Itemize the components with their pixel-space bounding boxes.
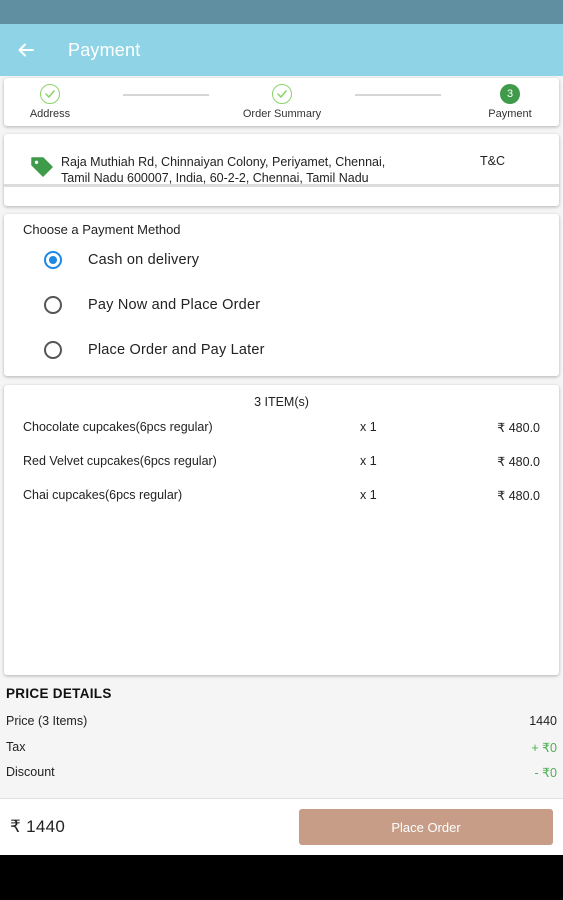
payment-option-pay-now[interactable]: Pay Now and Place Order: [44, 290, 524, 320]
price-value: 1440: [529, 714, 557, 728]
payment-method-title: Choose a Payment Method: [23, 222, 181, 237]
order-items-card: 3 ITEM(s) Chocolate cupcakes(6pcs regula…: [4, 385, 559, 675]
status-bar: [0, 0, 563, 24]
discount-row: Discount - ₹0: [6, 765, 557, 780]
item-name: Red Velvet cupcakes(6pcs regular): [23, 454, 217, 468]
payment-option-label: Place Order and Pay Later: [88, 342, 265, 358]
payment-option-label: Cash on delivery: [88, 252, 200, 268]
total-amount: ₹ 1440: [10, 817, 66, 836]
item-price: ₹ 480.0: [497, 455, 540, 469]
step-number-badge: 3: [500, 84, 520, 104]
step-label: Address: [29, 108, 71, 120]
divider: [4, 184, 559, 187]
step-connector: [123, 94, 209, 96]
terms-link[interactable]: T&C: [480, 154, 505, 168]
tax-row: Tax + ₹0: [6, 740, 557, 755]
list-item: Red Velvet cupcakes(6pcs regular) x 1 ₹ …: [4, 454, 559, 472]
radio-button[interactable]: [44, 341, 62, 359]
screen-content: Address Order Summary 3 Payment Raja Mut…: [0, 76, 563, 855]
payment-method-card: Choose a Payment Method Cash on delivery…: [4, 214, 559, 376]
payment-option-cod[interactable]: Cash on delivery: [44, 245, 524, 275]
item-price: ₹ 480.0: [497, 489, 540, 503]
system-nav-bar: [0, 855, 563, 900]
item-quantity: x 1: [360, 488, 377, 502]
step-label: Payment: [488, 108, 532, 120]
step-payment[interactable]: 3 Payment: [476, 84, 544, 120]
delivery-address: Raja Muthiah Rd, Chinnaiyan Colony, Peri…: [61, 155, 386, 185]
tax-value: + ₹0: [531, 741, 557, 755]
radio-button[interactable]: [44, 296, 62, 314]
tag-icon: [31, 157, 53, 177]
check-circle-icon: [40, 84, 60, 104]
price-row: Price (3 Items) 1440: [6, 714, 557, 728]
radio-button[interactable]: [44, 251, 62, 269]
item-name: Chocolate cupcakes(6pcs regular): [23, 420, 213, 434]
address-card: Raja Muthiah Rd, Chinnaiyan Colony, Peri…: [4, 134, 559, 206]
items-count: 3 ITEM(s): [254, 395, 309, 409]
item-price: ₹ 480.0: [497, 421, 540, 435]
price-details: PRICE DETAILS Price (3 Items) 1440 Tax +…: [0, 680, 563, 790]
list-item: Chocolate cupcakes(6pcs regular) x 1 ₹ 4…: [4, 420, 559, 438]
app-bar: Payment: [0, 24, 563, 76]
check-circle-icon: [272, 84, 292, 104]
checkout-bar: ₹ 1440 Place Order: [0, 798, 563, 855]
item-quantity: x 1: [360, 420, 377, 434]
back-button[interactable]: [0, 24, 52, 76]
payment-option-pay-later[interactable]: Place Order and Pay Later: [44, 335, 524, 365]
discount-label: Discount: [6, 765, 55, 779]
tax-label: Tax: [6, 740, 26, 754]
price-details-title: PRICE DETAILS: [6, 686, 112, 701]
discount-value: - ₹0: [534, 766, 557, 780]
page-title: Payment: [68, 39, 141, 60]
step-label: Order Summary: [242, 108, 322, 120]
list-item: Chai cupcakes(6pcs regular) x 1 ₹ 480.0: [4, 488, 559, 506]
price-label: Price (3 Items): [6, 714, 88, 728]
item-quantity: x 1: [360, 454, 377, 468]
payment-option-label: Pay Now and Place Order: [88, 297, 261, 313]
item-name: Chai cupcakes(6pcs regular): [23, 488, 183, 502]
step-order-summary[interactable]: Order Summary: [222, 84, 342, 120]
step-connector: [355, 94, 441, 96]
step-address[interactable]: Address: [20, 84, 80, 120]
place-order-button[interactable]: Place Order: [299, 809, 553, 845]
arrow-left-icon: [18, 43, 34, 57]
checkout-stepper: Address Order Summary 3 Payment: [4, 78, 559, 126]
